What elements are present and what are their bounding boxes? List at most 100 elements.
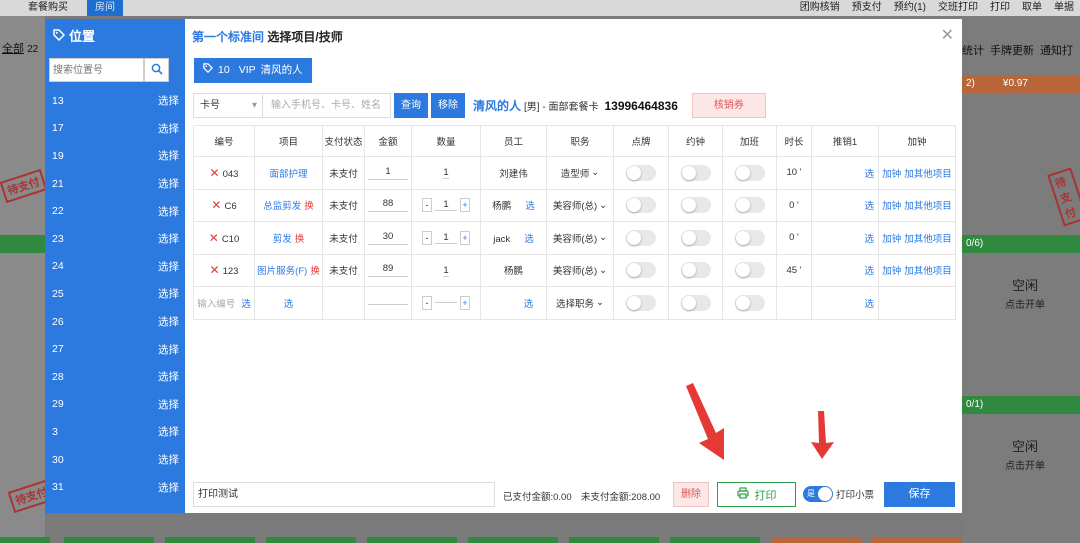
amount-input[interactable]: 30 — [368, 231, 408, 245]
position-select-link[interactable]: 选择 — [158, 286, 179, 301]
idle-room-card[interactable]: 空闲 点击开单 — [990, 275, 1060, 311]
select-sales-link[interactable]: 选 — [864, 201, 874, 212]
remove-member-button[interactable]: 移除 — [431, 93, 465, 118]
delete-row-icon[interactable]: ✕ — [209, 231, 219, 245]
decrement-button[interactable]: - — [422, 198, 432, 213]
add-other-item-link[interactable]: 加其他项目 — [904, 169, 952, 180]
add-time-link[interactable]: 加钟 — [882, 169, 901, 180]
item-name-link[interactable]: 图片服务(F) — [257, 266, 307, 277]
position-row[interactable]: 23 选择 — [45, 225, 185, 253]
appointment-toggle[interactable] — [680, 197, 711, 214]
menu-groupon-verify[interactable]: 团购核销 — [800, 0, 840, 16]
role-select[interactable]: 美容师(总) ⌄ — [553, 263, 607, 278]
quantity-input[interactable]: 1 — [435, 232, 457, 244]
appointment-toggle[interactable] — [680, 229, 711, 246]
role-select[interactable]: 美容师(总) ⌄ — [553, 198, 607, 213]
item-name-link[interactable]: 面部护理 — [269, 169, 307, 180]
idle-room-card[interactable]: 空闲 点击开单 — [990, 436, 1060, 472]
swap-item-link[interactable]: 换 — [295, 234, 305, 245]
notify-print-link[interactable]: 通知打 — [1040, 42, 1073, 58]
position-row[interactable]: 26 选择 — [45, 308, 185, 336]
menu-print[interactable]: 打印 — [990, 0, 1010, 16]
quantity-input[interactable]: 1 — [443, 264, 449, 277]
item-name-link[interactable]: 剪发 — [273, 234, 292, 245]
select-sales-link[interactable]: 选 — [864, 169, 874, 180]
print-button[interactable]: 打印 — [717, 482, 796, 507]
card-flip-toggle[interactable] — [626, 294, 656, 311]
select-sales-link[interactable]: 选 — [864, 299, 874, 310]
overtime-toggle[interactable] — [734, 229, 765, 246]
quantity-input[interactable]: 1 — [443, 167, 449, 180]
menu-take-order[interactable]: 取单 — [1022, 0, 1042, 16]
select-code-link[interactable]: 选 — [241, 299, 251, 310]
select-sales-link[interactable]: 选 — [864, 234, 874, 245]
position-row[interactable]: 24 选择 — [45, 253, 185, 281]
query-button[interactable]: 查询 — [394, 93, 428, 118]
vip-member-tag[interactable]: 10 VIP 清风的人 — [194, 58, 312, 83]
position-row[interactable]: 3 选择 — [45, 418, 185, 446]
add-other-item-link[interactable]: 加其他项目 — [904, 201, 952, 212]
new-amount-input[interactable] — [368, 302, 408, 306]
select-employee-link[interactable]: 选 — [525, 201, 535, 212]
remark-input[interactable]: 打印测试 — [193, 482, 495, 507]
menu-reservation[interactable]: 预约(1) — [894, 0, 926, 16]
filter-all[interactable]: 全部 22 — [2, 40, 38, 56]
decrement-button[interactable]: - — [422, 230, 432, 245]
menu-shift-print[interactable]: 交班打印 — [938, 0, 978, 16]
position-select-link[interactable]: 选择 — [158, 480, 179, 495]
increment-button[interactable]: + — [460, 230, 470, 245]
delete-row-icon[interactable]: ✕ — [210, 166, 220, 180]
position-row[interactable]: 29 选择 — [45, 391, 185, 419]
position-row[interactable]: 19 选择 — [45, 142, 185, 170]
position-search-input[interactable] — [50, 59, 143, 81]
card-flip-toggle[interactable] — [626, 262, 656, 279]
position-select-link[interactable]: 选择 — [158, 424, 179, 439]
tab-rooms[interactable]: 房间 — [87, 0, 123, 16]
overtime-toggle[interactable] — [734, 164, 765, 181]
position-row[interactable]: 17 选择 — [45, 115, 185, 143]
add-time-link[interactable]: 加钟 — [882, 234, 901, 245]
quantity-input[interactable]: 1 — [435, 199, 457, 212]
position-select-link[interactable]: 选择 — [158, 204, 179, 219]
position-select-link[interactable]: 选择 — [158, 93, 179, 108]
position-row[interactable]: 28 选择 — [45, 363, 185, 391]
add-time-link[interactable]: 加钟 — [882, 201, 901, 212]
appointment-toggle[interactable] — [680, 164, 711, 181]
print-ticket-toggle[interactable]: 是 打印小票 — [803, 486, 874, 502]
position-select-link[interactable]: 选择 — [158, 342, 179, 357]
position-row[interactable]: 30 选择 — [45, 446, 185, 474]
increment-button[interactable]: + — [460, 295, 470, 310]
position-row[interactable]: 31 选择 — [45, 473, 185, 501]
stats-link[interactable]: 统计 — [962, 42, 984, 58]
card-type-select[interactable]: 卡号 — [193, 93, 263, 118]
position-select-link[interactable]: 选择 — [158, 121, 179, 136]
position-select-link[interactable]: 选择 — [158, 397, 179, 412]
new-code-input[interactable]: 输入编号 — [197, 299, 235, 310]
swap-item-link[interactable]: 换 — [304, 201, 314, 212]
add-other-item-link[interactable]: 加其他项目 — [904, 234, 952, 245]
quantity-input[interactable] — [435, 302, 457, 304]
select-employee-link[interactable]: 选 — [524, 234, 534, 245]
menu-prepay[interactable]: 预支付 — [852, 0, 882, 16]
role-select[interactable]: 选择职务 ⌄ — [556, 296, 604, 310]
position-row[interactable]: 21 选择 — [45, 170, 185, 198]
tag-update-link[interactable]: 手牌更新 — [990, 42, 1034, 58]
role-select[interactable]: 美容师(总) ⌄ — [553, 231, 607, 245]
card-flip-toggle[interactable] — [626, 164, 656, 181]
item-name-link[interactable]: 总监剪发 — [263, 201, 301, 212]
position-select-link[interactable]: 选择 — [158, 369, 179, 384]
position-select-link[interactable]: 选择 — [158, 452, 179, 467]
amount-input[interactable]: 88 — [368, 198, 408, 213]
verify-coupon-button[interactable]: 核销券 — [691, 93, 766, 118]
role-select[interactable]: 造型师 ⌄ — [561, 166, 599, 180]
amount-input[interactable]: 1 — [368, 166, 408, 180]
add-time-link[interactable]: 加钟 — [882, 266, 901, 277]
appointment-toggle[interactable] — [680, 262, 711, 279]
overtime-toggle[interactable] — [734, 262, 765, 279]
position-select-link[interactable]: 选择 — [158, 148, 179, 163]
position-row[interactable]: 22 选择 — [45, 197, 185, 225]
position-row[interactable]: 27 选择 — [45, 335, 185, 363]
member-search-input[interactable]: 输入手机号、卡号、姓名 — [263, 93, 391, 118]
decrement-button[interactable]: - — [422, 295, 432, 310]
position-select-link[interactable]: 选择 — [158, 176, 179, 191]
